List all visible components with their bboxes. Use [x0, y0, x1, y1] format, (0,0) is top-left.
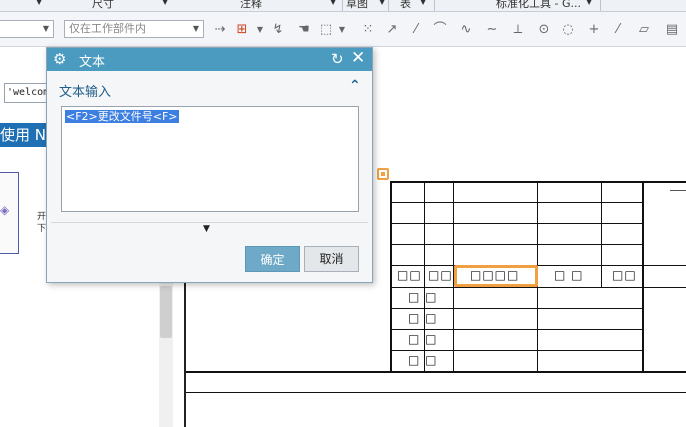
chevron-down-icon[interactable]: ▼	[420, 0, 426, 6]
table-cell[interactable]: □□	[612, 268, 637, 282]
wave-icon[interactable]: ∼	[484, 22, 500, 38]
thumbnail-box[interactable]: ◈	[0, 172, 19, 254]
table-line	[390, 202, 644, 203]
table-cell[interactable]: □ □	[554, 268, 584, 282]
table-line	[390, 265, 686, 266]
welcome-field[interactable]: 'welcom	[4, 83, 48, 103]
menu-annotation[interactable]: 注释	[240, 0, 262, 11]
table-cell[interactable]: □□	[428, 268, 453, 282]
table-cell[interactable]: □ □	[408, 290, 438, 304]
scatter-points-icon[interactable]: ⁙	[360, 22, 376, 38]
toolbar: ▼ 仅在工作部件内 ▼ ⇢ ⊞ ▼ ↯ ☚ ⬚ ▼ ⁙ ↗ ⁄ ⌒ ∿ ∼ ⟂ …	[0, 12, 686, 47]
chevron-down-icon[interactable]: ▼	[330, 0, 336, 6]
select-filter-icon[interactable]: ⇢	[212, 22, 228, 38]
chevron-down-icon[interactable]: ▼	[586, 0, 592, 6]
table-cell[interactable]: □ □	[408, 311, 438, 325]
table-line	[670, 190, 686, 191]
thumbnail-icon: ◈	[0, 203, 10, 217]
menu-separator	[342, 0, 343, 11]
table-line	[390, 223, 644, 224]
selection-scope-combo[interactable]: 仅在工作部件内 ▼	[64, 20, 204, 38]
chevron-up-icon[interactable]: ⌃	[349, 78, 361, 94]
intersection-icon[interactable]: ⟂	[510, 22, 526, 38]
region-icon[interactable]: ▱	[636, 22, 652, 38]
table-line	[186, 371, 686, 373]
side-text-2: 下	[37, 224, 47, 234]
table-line	[601, 181, 602, 287]
anchor-marker-icon[interactable]	[377, 168, 389, 180]
line-mid-icon[interactable]: ⁄	[408, 22, 424, 38]
menu-strip: ▼ 尺寸 ▼ 注释 ▼ 草图 ▼ 表 ▼ 标准化工具 - G... ▼	[0, 0, 686, 12]
table-cell[interactable]: □ □	[408, 332, 438, 346]
chevron-down-icon[interactable]: ▼	[203, 224, 210, 234]
scroll-thumb[interactable]	[160, 286, 172, 338]
more-tools-icon[interactable]: ▤	[664, 22, 680, 38]
close-icon[interactable]: ✕	[351, 48, 365, 68]
type-filter-combo[interactable]: ▼	[0, 20, 54, 38]
snap-point-icon[interactable]: ⊞	[234, 22, 250, 38]
section-header[interactable]: 文本输入	[59, 81, 111, 100]
slash-icon[interactable]: ⁄	[610, 22, 626, 38]
text-dialog: ⚙ 文本 ↻ ✕ 文本输入 ⌃ <F2>更改文件号<F> ▼ 确定 取消	[46, 47, 373, 283]
chevron-down-icon: ▼	[42, 24, 49, 33]
selected-cell-highlight[interactable]	[454, 265, 538, 287]
table-line	[186, 392, 686, 393]
menu-separator	[434, 0, 435, 11]
chevron-down-icon[interactable]: ▼	[379, 0, 385, 6]
spline-icon[interactable]: ∿	[458, 22, 474, 38]
menu-separator	[388, 0, 389, 11]
chevron-down-icon[interactable]: ▼	[36, 0, 42, 6]
dialog-titlebar[interactable]: ⚙ 文本 ↻ ✕	[47, 48, 372, 71]
cancel-button[interactable]: 取消	[304, 246, 359, 272]
curve-icon[interactable]: ⌒	[432, 22, 448, 38]
menu-table[interactable]: 表	[400, 0, 411, 11]
menu-standard-tools[interactable]: 标准化工具 - G...	[496, 0, 581, 11]
table-cell[interactable]: □□	[397, 268, 422, 282]
text-content[interactable]: <F2>更改文件号<F>	[65, 110, 179, 123]
table-border	[390, 181, 392, 372]
line-end-icon[interactable]: ↗	[384, 22, 400, 38]
quadrant-icon[interactable]: ◌	[560, 22, 576, 38]
table-line	[390, 244, 644, 245]
circle-center-icon[interactable]: ⊙	[536, 22, 552, 38]
box-select-icon[interactable]: ⬚	[318, 22, 334, 38]
chevron-down-icon[interactable]: ▼	[162, 0, 168, 6]
table-line	[390, 287, 686, 288]
table-line	[642, 181, 644, 372]
menu-dimension[interactable]: 尺寸	[92, 0, 114, 11]
plus-point-icon[interactable]: +	[586, 22, 602, 38]
table-cell[interactable]: □ □	[408, 353, 438, 367]
ok-button[interactable]: 确定	[245, 246, 300, 272]
menu-separator	[600, 0, 601, 11]
menu-sketch[interactable]: 草图	[346, 0, 368, 11]
chevron-down-icon[interactable]: ▼	[334, 22, 350, 38]
dialog-title: 文本	[79, 55, 106, 70]
table-line	[390, 350, 644, 351]
chevron-down-icon: ▼	[192, 24, 199, 33]
hand-select-icon[interactable]: ☚	[296, 22, 312, 38]
gear-icon[interactable]: ⚙	[53, 50, 66, 68]
chevron-down-icon[interactable]: ▼	[252, 22, 268, 38]
table-line	[390, 329, 644, 330]
use-nx-banner: 使用 NX	[0, 123, 48, 147]
reset-icon[interactable]: ↻	[331, 50, 344, 68]
table-line	[390, 308, 644, 309]
pointer-icon[interactable]: ↯	[270, 22, 286, 38]
text-input-area[interactable]: <F2>更改文件号<F>	[61, 106, 359, 212]
